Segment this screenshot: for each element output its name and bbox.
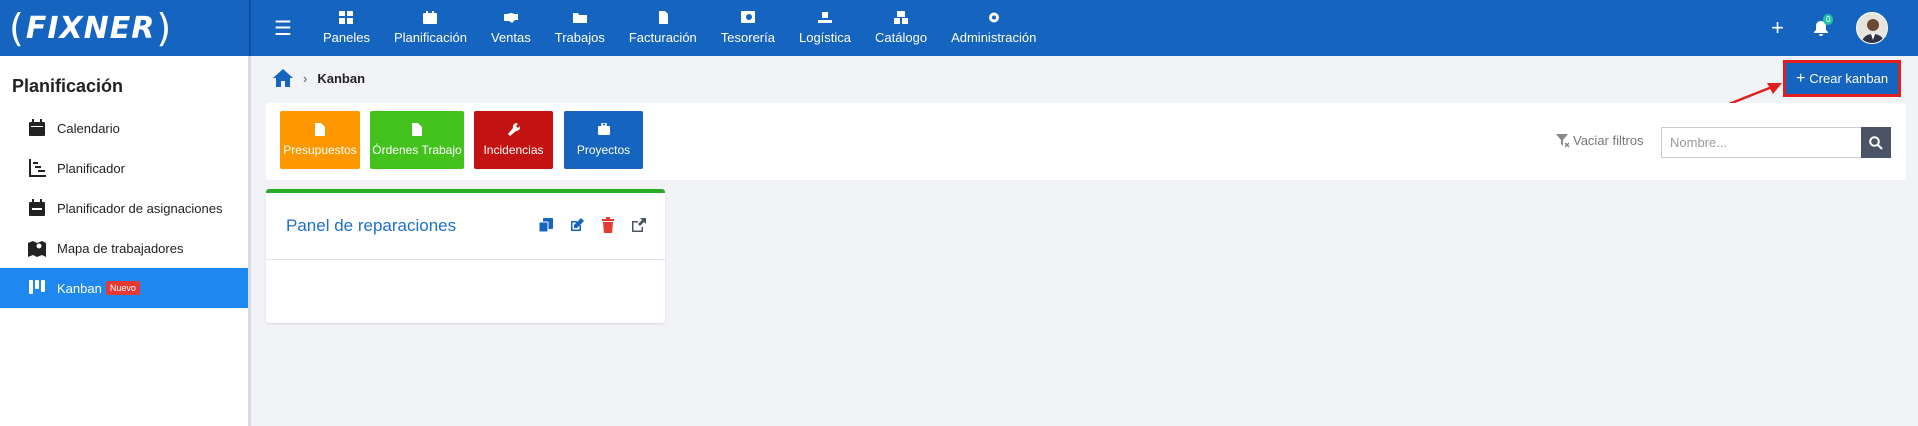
gear-icon [987,11,1001,24]
sidebar-item-mapa-trabajadores[interactable]: Mapa de trabajadores [0,228,248,268]
nav-item-tesoreria[interactable]: Tesorería [709,0,787,56]
map-marker-icon [28,239,46,257]
category-label: Órdenes Trabajo [372,143,462,157]
nav-item-label: Trabajos [554,30,605,45]
filter-bar: Presupuestos Órdenes Trabajo Incidencias… [266,103,1906,180]
home-icon[interactable] [273,69,293,87]
menu-toggle-icon[interactable]: ☰ [273,16,293,41]
folder-icon [572,11,587,24]
sidebar-item-calendario[interactable]: Calendario [0,108,248,148]
main-nav: Paneles Planificación Ventas Trabajos Fa… [311,0,1048,56]
nav-item-facturacion[interactable]: Facturación [617,0,709,56]
create-kanban-button[interactable]: + Crear kanban [1783,60,1901,97]
logo-text: FIXNER [25,10,156,46]
category-label: Presupuestos [283,143,357,157]
nav-item-label: Administración [951,30,1037,45]
nav-item-ventas[interactable]: Ventas [479,0,543,56]
sidebar-item-label: Calendario [57,120,120,136]
trash-icon[interactable] [600,217,616,233]
board-title[interactable]: Panel de reparaciones [286,216,456,236]
category-presupuestos[interactable]: Presupuestos [280,111,360,169]
chevron-right-icon: › [303,70,308,86]
nav-item-label: Paneles [323,30,370,45]
plus-icon: + [1795,69,1806,87]
sidebar-item-label: Planificador [57,160,125,176]
clear-filters-button[interactable]: Vaciar filtros [1556,133,1644,148]
category-incidencias[interactable]: Incidencias [474,111,553,169]
sidebar-item-kanban[interactable]: Kanban Nuevo [0,268,248,308]
new-badge: Nuevo [105,281,140,295]
breadcrumb-current: Kanban [317,70,366,86]
create-kanban-label: Crear kanban [1809,71,1889,86]
calendar-check-icon [28,199,46,217]
clear-filters-label: Vaciar filtros [1573,133,1644,148]
notification-count-badge: 0 [1823,13,1834,25]
sidebar: Planificación Calendario Planificador Pl… [0,56,251,426]
calendar-icon [28,119,46,137]
nav-item-trabajos[interactable]: Trabajos [543,0,617,56]
document-icon [314,123,326,136]
sidebar-item-label: Planificador de asignaciones [57,200,223,216]
nav-item-planificacion[interactable]: Planificación [382,0,479,56]
search-button[interactable] [1861,127,1891,158]
search-icon [1869,135,1883,150]
sidebar-item-label: Kanban [57,280,102,296]
edit-icon[interactable] [569,217,585,233]
category-proyectos[interactable]: Proyectos [564,111,643,169]
sidebar-item-planificador[interactable]: Planificador [0,148,248,188]
chart-icon [28,159,46,177]
handshake-icon [503,11,518,24]
top-bar: (FIXNER) ☰ Paneles Planificación Ventas … [0,0,1918,56]
dashboard-icon [339,11,354,24]
copy-icon[interactable] [538,217,554,233]
category-label: Proyectos [576,143,631,157]
sidebar-item-planificador-asignaciones[interactable]: Planificador de asignaciones [0,188,248,228]
nav-item-label: Facturación [628,30,697,45]
wrench-icon [507,123,520,136]
nav-item-catalogo[interactable]: Catálogo [863,0,939,56]
calendar-icon [423,11,438,24]
boxes-icon [894,11,909,24]
nav-item-label: Planificación [393,30,467,45]
breadcrumb: › Kanban [273,66,365,90]
logo[interactable]: (FIXNER) [0,0,251,56]
category-ordenes-trabajo[interactable]: Órdenes Trabajo [370,111,464,169]
search-box [1661,127,1891,158]
sidebar-item-label: Mapa de trabajadores [57,240,184,256]
nav-item-administracion[interactable]: Administración [939,0,1048,56]
nav-item-label: Ventas [490,30,531,45]
document-icon [411,123,423,136]
filter-clear-icon [1556,133,1570,148]
nav-item-logistica[interactable]: Logística [787,0,863,56]
invoice-icon [656,11,670,24]
share-icon[interactable] [631,217,647,233]
kanban-board-card: Panel de reparaciones [266,189,665,323]
briefcase-icon [597,123,610,136]
sidebar-title: Planificación [12,76,124,96]
avatar[interactable] [1856,12,1888,44]
notifications-button[interactable]: 0 [1814,13,1834,36]
safe-icon [740,11,755,24]
dolly-icon [818,11,832,24]
category-label: Incidencias [483,143,544,157]
quick-add-icon[interactable]: + [1771,15,1784,41]
nav-item-label: Catálogo [875,30,928,45]
search-input[interactable] [1661,127,1861,158]
nav-item-label: Tesorería [720,30,775,45]
kanban-icon [28,279,46,297]
nav-item-label: Logística [798,30,852,45]
nav-item-paneles[interactable]: Paneles [311,0,382,56]
